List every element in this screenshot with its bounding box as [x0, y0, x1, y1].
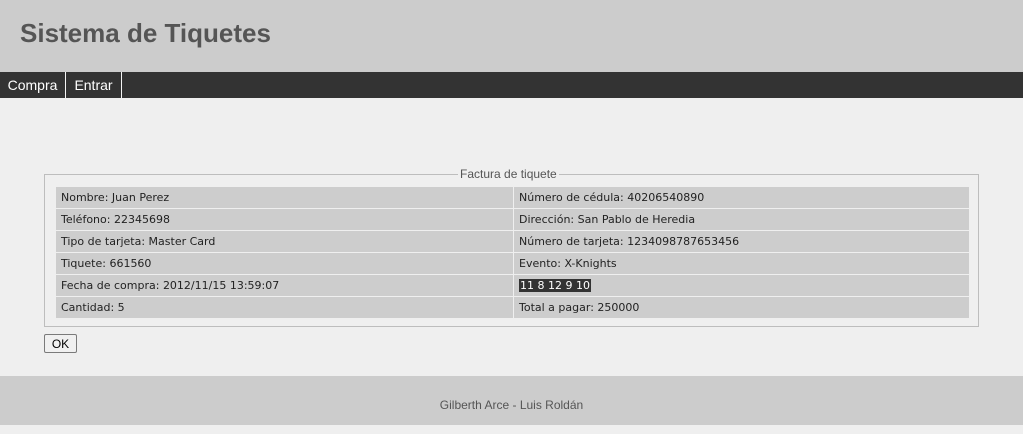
table-row: Teléfono: 22345698 Dirección: San Pablo …	[56, 209, 969, 230]
direccion-cell: Dirección: San Pablo de Heredia	[514, 209, 969, 230]
nav-bar: Compra Entrar	[0, 72, 1023, 98]
table-row: Tiquete: 661560 Evento: X-Knights	[56, 253, 969, 274]
header: Sistema de Tiquetes	[0, 0, 1023, 72]
ok-button[interactable]: OK	[44, 334, 77, 353]
invoice-table: Nombre: Juan Perez Número de cédula: 402…	[56, 187, 969, 319]
seats-cell: 11 8 12 9 10	[514, 275, 969, 296]
nombre-cell: Nombre: Juan Perez	[56, 187, 513, 208]
table-row: Cantidad: 5 Total a pagar: 250000	[56, 297, 969, 318]
table-row: Tipo de tarjeta: Master Card Número de t…	[56, 231, 969, 252]
invoice-fieldset: Factura de tiquete Nombre: Juan Perez Nú…	[44, 167, 979, 327]
telefono-cell: Teléfono: 22345698	[56, 209, 513, 230]
tiquete-cell: Tiquete: 661560	[56, 253, 513, 274]
numero-tarjeta-cell: Número de tarjeta: 1234098787653456	[514, 231, 969, 252]
fecha-compra-cell: Fecha de compra: 2012/11/15 13:59:07	[56, 275, 513, 296]
tipo-tarjeta-cell: Tipo de tarjeta: Master Card	[56, 231, 513, 252]
nav-item-entrar[interactable]: Entrar	[66, 72, 122, 98]
table-row: Nombre: Juan Perez Número de cédula: 402…	[56, 187, 969, 208]
total-cell: Total a pagar: 250000	[514, 297, 969, 318]
invoice-legend: Factura de tiquete	[458, 167, 559, 181]
cantidad-cell: Cantidad: 5	[56, 297, 513, 318]
nav-item-compra[interactable]: Compra	[0, 72, 66, 98]
evento-cell: Evento: X-Knights	[514, 253, 969, 274]
cedula-cell: Número de cédula: 40206540890	[514, 187, 969, 208]
footer: Gilberth Arce - Luis Roldán	[0, 376, 1023, 425]
table-row: Fecha de compra: 2012/11/15 13:59:07 11 …	[56, 275, 969, 296]
footer-credits: Gilberth Arce - Luis Roldán	[439, 398, 584, 412]
page-title: Sistema de Tiquetes	[20, 18, 271, 48]
seats-selected-text: 11 8 12 9 10	[519, 279, 591, 292]
